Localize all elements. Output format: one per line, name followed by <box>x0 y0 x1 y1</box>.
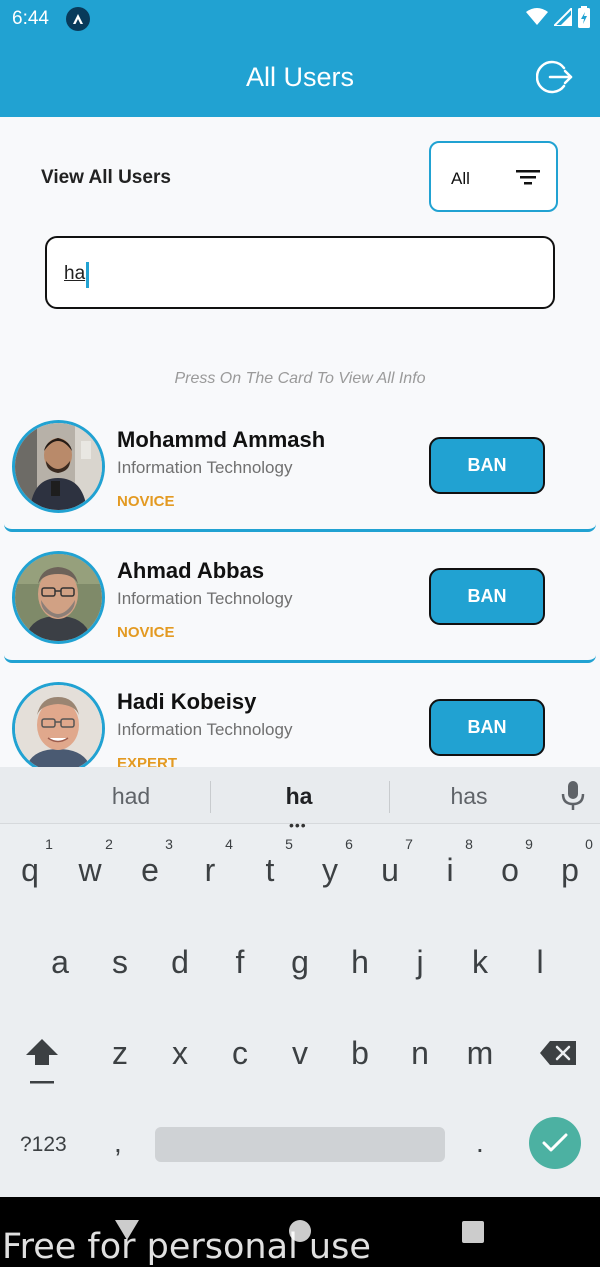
key-number-hint: 9 <box>525 836 533 852</box>
more-suggestions-icon: ••• <box>289 817 307 833</box>
key-w[interactable]: w <box>60 852 120 889</box>
user-name: Ahmad Abbas <box>117 558 265 583</box>
suggestion-item[interactable]: has <box>399 783 539 810</box>
key-y[interactable]: y <box>300 852 360 889</box>
view-all-users-label: View All Users <box>41 167 171 188</box>
wifi-icon <box>526 8 548 31</box>
app-notification-icon <box>66 7 90 31</box>
key-number-hint: 0 <box>585 836 593 852</box>
key-f[interactable]: f <box>210 944 270 981</box>
suggestion-item[interactable]: ha <box>229 783 369 810</box>
backspace-icon <box>540 1041 576 1065</box>
symbols-key[interactable]: ?123 <box>20 1133 67 1157</box>
suggestion-strip: had ha ••• has <box>0 767 600 833</box>
recents-icon[interactable] <box>462 1221 484 1248</box>
user-name: Hadi Kobeisy <box>117 689 257 714</box>
user-level-badge: NOVICE <box>117 624 175 641</box>
logout-icon <box>535 60 573 94</box>
key-l[interactable]: l <box>510 944 570 981</box>
user-card[interactable]: Ahmad Abbas Information Technology NOVIC… <box>4 548 596 663</box>
status-bar: 6:44 <box>0 0 600 36</box>
ban-button[interactable]: BAN <box>429 437 545 494</box>
key-r[interactable]: r <box>180 852 240 889</box>
status-time: 6:44 <box>12 8 49 29</box>
key-v[interactable]: v <box>270 1035 330 1072</box>
user-card[interactable]: Mohammd Ammash Information Technology NO… <box>4 417 596 532</box>
key-c[interactable]: c <box>210 1035 270 1072</box>
key-t[interactable]: t <box>240 852 300 889</box>
filter-dropdown[interactable]: All <box>429 141 558 212</box>
filter-selected-value: All <box>451 169 470 188</box>
key-n[interactable]: n <box>390 1035 450 1072</box>
divider <box>210 781 211 813</box>
key-number-hint: 2 <box>105 836 113 852</box>
key-a[interactable]: a <box>30 944 90 981</box>
comma-key[interactable]: , <box>114 1127 122 1159</box>
user-department: Information Technology <box>117 458 293 477</box>
key-s[interactable]: s <box>90 944 150 981</box>
avatar <box>12 420 105 513</box>
search-input[interactable]: ha <box>45 236 555 309</box>
ban-button[interactable]: BAN <box>429 568 545 625</box>
search-input-value: ha <box>64 263 86 284</box>
space-bar[interactable] <box>155 1127 445 1162</box>
watermark-text: Free for personal use <box>2 1227 371 1267</box>
backspace-key[interactable] <box>540 1041 576 1070</box>
enter-key[interactable] <box>529 1117 581 1169</box>
key-m[interactable]: m <box>450 1035 510 1072</box>
avatar <box>12 682 105 775</box>
signal-icon <box>551 5 573 31</box>
user-level-badge: NOVICE <box>117 493 175 510</box>
key-g[interactable]: g <box>270 944 330 981</box>
key-number-hint: 5 <box>285 836 293 852</box>
key-o[interactable]: o <box>480 852 540 889</box>
suggestion-item[interactable]: had <box>61 783 201 810</box>
key-number-hint: 1 <box>45 836 53 852</box>
key-h[interactable]: h <box>330 944 390 981</box>
key-e[interactable]: e <box>120 852 180 889</box>
page-title: All Users <box>245 62 354 92</box>
checkmark-icon <box>542 1133 568 1152</box>
key-d[interactable]: d <box>150 944 210 981</box>
key-q[interactable]: q <box>0 852 60 889</box>
filter-icon <box>516 168 540 191</box>
app-bar: All Users <box>0 36 600 117</box>
logout-button[interactable] <box>535 58 574 96</box>
key-b[interactable]: b <box>330 1035 390 1072</box>
user-department: Information Technology <box>117 720 293 739</box>
period-key[interactable]: . <box>476 1127 484 1159</box>
key-u[interactable]: u <box>360 852 420 889</box>
key-number-hint: 6 <box>345 836 353 852</box>
key-number-hint: 3 <box>165 836 173 852</box>
key-z[interactable]: z <box>90 1035 150 1072</box>
text-caret <box>86 262 89 288</box>
key-i[interactable]: i <box>420 852 480 889</box>
battery-icon <box>578 6 590 33</box>
key-j[interactable]: j <box>390 944 450 981</box>
key-number-hint: 7 <box>405 836 413 852</box>
avatar <box>12 551 105 644</box>
shift-key[interactable] <box>24 1037 60 1092</box>
microphone-icon[interactable] <box>561 781 585 816</box>
divider <box>389 781 390 813</box>
hint-text: Press On The Card To View All Info <box>174 370 426 387</box>
user-name: Mohammd Ammash <box>117 427 326 452</box>
shift-icon <box>26 1039 58 1084</box>
key-number-hint: 8 <box>465 836 473 852</box>
key-number-hint: 4 <box>225 836 233 852</box>
key-p[interactable]: p <box>540 852 600 889</box>
soft-keyboard: had ha ••• has 1 2 3 4 5 6 7 8 9 0 q w e… <box>0 767 600 1197</box>
ban-button[interactable]: BAN <box>429 699 545 756</box>
key-k[interactable]: k <box>450 944 510 981</box>
key-x[interactable]: x <box>150 1035 210 1072</box>
user-department: Information Technology <box>117 589 293 608</box>
